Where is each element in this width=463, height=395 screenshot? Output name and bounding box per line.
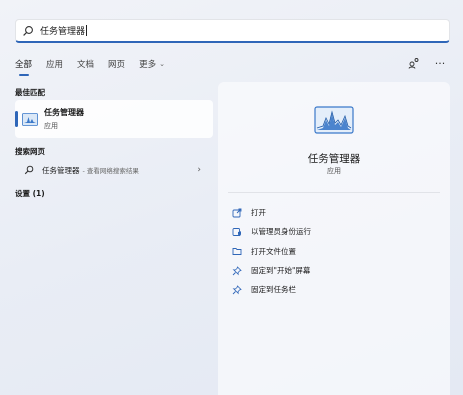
- search-icon: [23, 25, 33, 36]
- tab-all[interactable]: 全部: [15, 58, 32, 70]
- top-right-actions: ···: [407, 56, 447, 70]
- best-match-heading: 最佳匹配: [15, 88, 45, 97]
- settings-heading[interactable]: 设置 (1): [15, 188, 45, 199]
- detail-title: 任务管理器: [307, 153, 361, 165]
- web-search-term: 任务管理器: [42, 165, 80, 175]
- tab-web-label: 网页: [108, 60, 126, 70]
- tab-more-label: 更多: [139, 60, 157, 70]
- action-open-file-location-label: 打开文件位置: [251, 246, 296, 256]
- action-pin-to-start[interactable]: 固定到"开始"屏幕: [232, 261, 442, 280]
- tab-documents-label: 文档: [77, 60, 95, 70]
- pin-icon: [232, 265, 242, 276]
- web-search-result[interactable]: 任务管理器 - 查看网络搜索结果 ›: [15, 160, 213, 180]
- web-search-hint: - 查看网络搜索结果: [82, 167, 139, 175]
- chevron-right-icon: ›: [197, 165, 201, 175]
- action-pin-to-start-label: 固定到"开始"屏幕: [251, 266, 311, 276]
- task-manager-icon: [22, 112, 38, 126]
- tab-more[interactable]: 更多 ⌄: [139, 58, 165, 70]
- tab-apps[interactable]: 应用: [46, 58, 63, 70]
- search-box[interactable]: 任务管理器: [15, 19, 450, 43]
- folder-icon: [232, 246, 242, 256]
- admin-shield-icon: [232, 227, 242, 237]
- tab-all-label: 全部: [15, 60, 33, 70]
- action-open-file-location[interactable]: 打开文件位置: [232, 242, 442, 261]
- action-list: 打开 以管理员身份运行 打开文件位置 固定到"开始"屏幕 固定到任务栏: [232, 203, 442, 299]
- search-icon: [24, 165, 34, 175]
- selection-indicator: [15, 111, 18, 127]
- action-pin-to-taskbar-label: 固定到任务栏: [251, 285, 296, 295]
- divider: [228, 192, 440, 193]
- search-query: 任务管理器: [40, 27, 86, 37]
- more-options-icon[interactable]: ···: [433, 56, 447, 70]
- detail-subtitle: 应用: [327, 167, 341, 175]
- more-options-label: ···: [434, 56, 446, 70]
- filter-tabs: 全部 应用 文档 网页 更多 ⌄: [15, 56, 179, 72]
- share-icon[interactable]: [407, 56, 421, 70]
- tab-web[interactable]: 网页: [108, 58, 125, 70]
- action-open-label: 打开: [251, 208, 266, 218]
- detail-panel: 任务管理器 应用 打开 以管理员身份运行 打开文件位置 固定到"开始"屏幕 固定…: [218, 82, 450, 395]
- chevron-down-icon: ⌄: [159, 60, 165, 68]
- action-pin-to-taskbar[interactable]: 固定到任务栏: [232, 280, 442, 299]
- action-run-as-admin[interactable]: 以管理员身份运行: [232, 222, 442, 241]
- action-run-as-admin-label: 以管理员身份运行: [251, 227, 311, 237]
- task-manager-large-icon: [314, 106, 354, 134]
- web-search-heading: 搜索网页: [15, 147, 45, 156]
- text-caret: [86, 25, 88, 36]
- share-icon-glyph: [408, 58, 419, 69]
- search-panel: 任务管理器 全部 应用 文档 网页 更多 ⌄ ··· 最佳匹配 任务管理器 应用…: [0, 0, 463, 395]
- action-open[interactable]: 打开: [232, 203, 442, 222]
- best-match-name: 任务管理器: [44, 108, 84, 117]
- best-match-type: 应用: [44, 122, 58, 130]
- tab-documents[interactable]: 文档: [77, 58, 94, 70]
- best-match-result[interactable]: 任务管理器 应用: [15, 100, 213, 138]
- pin-icon: [232, 285, 242, 295]
- search-input[interactable]: 任务管理器: [40, 24, 88, 37]
- open-icon: [232, 208, 242, 218]
- tab-apps-label: 应用: [46, 60, 64, 70]
